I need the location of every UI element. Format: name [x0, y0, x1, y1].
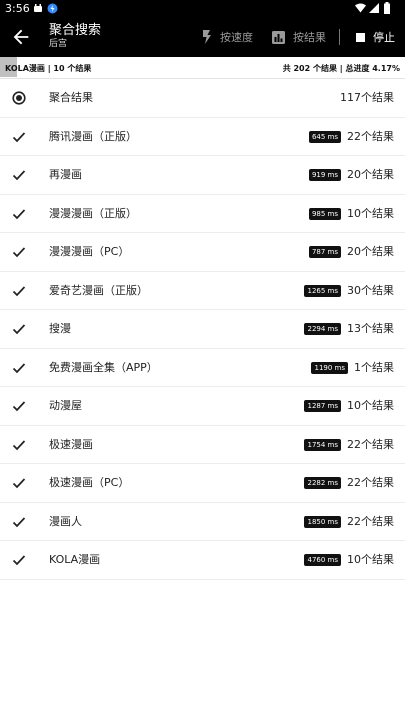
toolbar-divider	[339, 29, 340, 45]
source-name: 漫漫漫画（正版）	[49, 206, 137, 220]
sort-by-speed-button[interactable]: 按速度	[202, 27, 253, 47]
stop-icon	[356, 32, 365, 42]
response-time-badge: 2282 ms	[304, 477, 341, 489]
check-icon	[12, 247, 26, 258]
response-time-badge: 919 ms	[308, 169, 341, 181]
aggregate-results-row[interactable]: 聚合结果 117个结果	[0, 79, 405, 118]
check-icon	[12, 324, 26, 335]
status-bar: 3:56	[0, 0, 405, 17]
source-name: 爱奇艺漫画（正版）	[49, 283, 148, 297]
bar-chart-icon	[272, 30, 285, 44]
status-time: 3:56	[5, 2, 30, 15]
flash-icon	[203, 30, 211, 44]
source-name: 免费漫画全集（APP）	[49, 360, 158, 374]
source-row[interactable]: 搜漫 2294 ms 13个结果	[0, 310, 405, 349]
source-row[interactable]: 极速漫画（PC） 2282 ms 22个结果	[0, 464, 405, 503]
aggregate-results-label: 聚合结果	[49, 91, 93, 104]
source-name: 再漫画	[49, 168, 82, 181]
source-name: 漫漫漫画（PC）	[49, 245, 130, 258]
app-notification-icon	[47, 3, 58, 14]
battery-icon	[384, 2, 390, 14]
response-time-badge: 1265 ms	[304, 284, 341, 297]
check-icon	[12, 170, 26, 181]
result-count: 22个结果	[347, 129, 394, 143]
sort-by-result-button[interactable]: 按结果	[272, 27, 326, 47]
search-keyword: 后宫	[49, 39, 68, 49]
result-count: 20个结果	[347, 168, 394, 181]
result-count: 1个结果	[354, 360, 394, 374]
response-time-badge: 1190 ms	[311, 361, 348, 374]
response-time-badge: 4760 ms	[304, 554, 341, 566]
android-notification-icon	[34, 4, 42, 12]
source-name: 搜漫	[49, 322, 71, 335]
response-time-badge: 2294 ms	[304, 323, 341, 335]
sort-by-speed-label: 按速度	[220, 31, 253, 44]
source-row[interactable]: 免费漫画全集（APP） 1190 ms 1个结果	[0, 349, 405, 387]
source-name: 极速漫画	[49, 437, 93, 451]
result-count: 22个结果	[347, 514, 394, 528]
check-icon	[12, 131, 26, 142]
response-time-badge: 1754 ms	[304, 438, 341, 451]
source-row[interactable]: 漫漫漫画（PC） 787 ms 20个结果	[0, 233, 405, 272]
app-bar: 聚合搜索 后宫 按速度 按结果 停止	[0, 17, 405, 57]
response-time-badge: 1850 ms	[304, 515, 341, 528]
response-time-badge: 985 ms	[308, 207, 341, 220]
source-row[interactable]: 漫画人 1850 ms 22个结果	[0, 503, 405, 541]
source-row[interactable]: 动漫屋 1287 ms 10个结果	[0, 387, 405, 426]
total-progress-summary: 共 202 个结果 | 总进度 4.17%	[282, 64, 400, 73]
result-count: 13个结果	[347, 322, 394, 335]
stop-label: 停止	[373, 31, 395, 44]
search-summary-bar: KOLA漫画 | 10 个结果 共 202 个结果 | 总进度 4.17%	[0, 57, 405, 79]
check-icon	[12, 362, 26, 373]
result-count: 22个结果	[347, 437, 394, 451]
result-count: 30个结果	[347, 283, 394, 297]
signal-icon	[369, 3, 379, 13]
back-arrow-icon[interactable]	[10, 26, 32, 48]
response-time-badge: 645 ms	[308, 130, 341, 143]
result-count: 10个结果	[347, 553, 394, 566]
check-icon	[12, 478, 26, 489]
wifi-icon	[355, 3, 366, 13]
check-icon	[12, 208, 26, 219]
result-count: 10个结果	[347, 206, 394, 220]
source-name: 动漫屋	[49, 399, 82, 412]
check-icon	[12, 516, 26, 527]
sort-by-result-label: 按结果	[293, 31, 326, 44]
page-title: 聚合搜索	[49, 23, 102, 38]
radio-selected-icon	[12, 91, 26, 105]
source-list: 聚合结果 117个结果 腾讯漫画（正版） 645 ms 22个结果 再漫画 919 ms…	[0, 79, 405, 580]
source-row[interactable]: 爱奇艺漫画（正版） 1265 ms 30个结果	[0, 272, 405, 310]
response-time-badge: 1287 ms	[304, 400, 341, 412]
current-source-summary: KOLA漫画 | 10 个结果	[5, 64, 92, 73]
result-count: 10个结果	[347, 399, 394, 412]
source-row[interactable]: 极速漫画 1754 ms 22个结果	[0, 426, 405, 464]
source-row[interactable]: KOLA漫画 4760 ms 10个结果	[0, 541, 405, 580]
stop-button[interactable]: 停止	[356, 27, 395, 47]
result-count: 22个结果	[347, 476, 394, 489]
check-icon	[12, 285, 26, 296]
check-icon	[12, 401, 26, 412]
source-name: 漫画人	[49, 514, 82, 528]
source-name: 腾讯漫画（正版）	[49, 129, 137, 143]
aggregate-results-count: 117个结果	[340, 91, 394, 104]
source-name: KOLA漫画	[49, 553, 101, 566]
source-name: 极速漫画（PC）	[49, 476, 130, 489]
response-time-badge: 787 ms	[308, 246, 341, 258]
source-row[interactable]: 漫漫漫画（正版） 985 ms 10个结果	[0, 195, 405, 233]
source-row[interactable]: 再漫画 919 ms 20个结果	[0, 156, 405, 195]
check-icon	[12, 439, 26, 450]
source-row[interactable]: 腾讯漫画（正版） 645 ms 22个结果	[0, 118, 405, 156]
check-icon	[12, 555, 26, 566]
result-count: 20个结果	[347, 245, 394, 258]
